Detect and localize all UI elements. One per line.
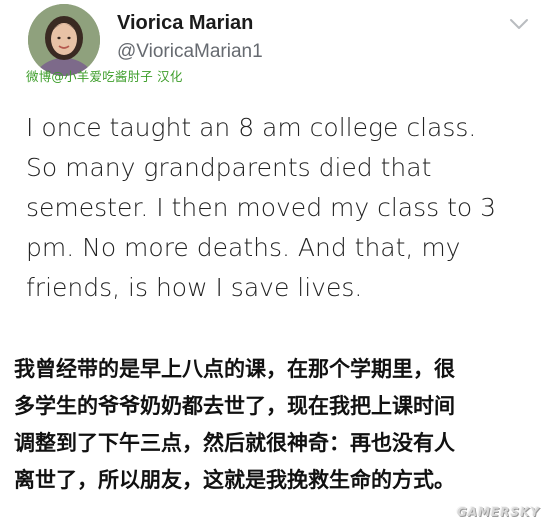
translation-line: 多学生的爷爷奶奶都去世了，现在我把上课时间 [14,394,455,418]
chevron-down-icon[interactable] [508,16,530,32]
tweet-text: I once taught an 8 am college class. So … [26,108,526,308]
tweet-line: So many grandparents died that [26,153,432,182]
translation-credit: 微博@小羊爱吃酱肘子 汉化 [26,69,183,84]
tweet-line: semester. I then moved my class to 3 [26,193,497,222]
translation-line: 我曾经带的是早上八点的课，在那个学期里，很 [14,357,455,381]
chinese-translation: 我曾经带的是早上八点的课，在那个学期里，很 多学生的爷爷奶奶都去世了，现在我把上… [14,351,538,499]
site-watermark: GAMERSKY [456,505,540,519]
user-handle[interactable]: @VioricaMarian1 [117,41,263,63]
tweet-line: I once taught an 8 am college class. [26,113,477,142]
translation-line: 离世了，所以朋友，这就是我挽救生命的方式。 [14,468,455,492]
display-name[interactable]: Viorica Marian [117,12,253,35]
tweet-card: Viorica Marian @VioricaMarian1 微博@小羊爱吃酱肘… [0,0,550,527]
tweet-line: friends, is how I save lives. [26,273,363,302]
tweet-line: pm. No more deaths. And that, my [26,233,461,262]
translation-line: 调整到了下午三点，然后就很神奇：再也没有人 [14,431,455,455]
